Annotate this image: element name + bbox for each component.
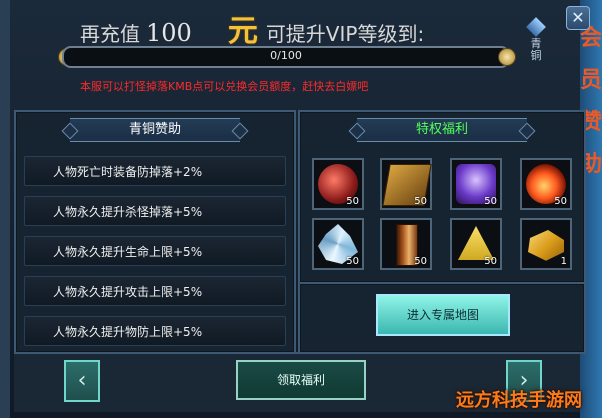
privilege-panel: 特权福利 50 50 50 50 50 50 50 1 [298,110,586,284]
item-count: 50 [346,256,359,267]
benefit-item: 人物死亡时装备防掉落+2% [24,156,286,186]
benefits-panel: 青铜赞助 人物死亡时装备防掉落+2% 人物永久提升杀怪掉落+5% 人物永久提升生… [14,110,296,354]
reward-slot[interactable]: 50 [380,218,432,270]
title-suffix: 可提升VIP等级到: [265,22,425,46]
gem-icon [526,17,546,37]
item-count: 1 [560,256,567,267]
privilege-title: 特权福利 [357,118,527,142]
item-count: 50 [414,196,427,207]
vip-tier-badge: 青 铜 [516,4,556,74]
benefit-item: 人物永久提升杀怪掉落+5% [24,196,286,226]
recharge-title: 再充值 100 元 可提升VIP等级到: [80,6,424,49]
recharge-progress-bar: 0/100 [62,46,510,68]
site-watermark: 远方科技手游网 [456,390,582,411]
chevron-left-icon[interactable]: ‹ [64,360,100,402]
benefit-item: 人物永久提升生命上限+5% [24,236,286,266]
side-art-char: 员 [580,68,602,93]
reward-slot[interactable]: 50 [450,158,502,210]
item-count: 50 [414,256,427,267]
reward-slot[interactable]: 50 [312,218,364,270]
item-count: 50 [346,196,359,207]
claim-rewards-button[interactable]: 领取福利 [236,360,366,400]
reward-slot[interactable]: 50 [520,158,572,210]
benefit-item: 人物永久提升物防上限+5% [24,316,286,346]
progress-knob-right-icon [498,48,516,66]
item-count: 50 [484,196,497,207]
vip-recharge-window: 会 员 赞 助 ✕ 再充值 100 元 可提升VIP等级到: 青 铜 0/100… [0,0,602,418]
benefits-title: 青铜赞助 [70,118,240,142]
header: 再充值 100 元 可提升VIP等级到: 青 铜 0/100 本服可以打怪掉落K… [24,0,546,100]
title-prefix: 再充值 [80,22,140,46]
item-count: 50 [484,256,497,267]
server-notice: 本服可以打怪掉落KMB点可以兑换会员额度，赶快去白嫖吧 [80,80,369,93]
enter-exclusive-map-button[interactable]: 进入专属地图 [376,294,510,336]
reward-slot[interactable]: 50 [380,158,432,210]
reward-slot[interactable]: 50 [312,158,364,210]
benefit-item: 人物永久提升攻击上限+5% [24,276,286,306]
reward-slot[interactable]: 50 [450,218,502,270]
item-count: 50 [554,196,567,207]
progress-text: 0/100 [270,49,302,62]
reward-slot[interactable]: 1 [520,218,572,270]
vip-tier-label: 青 铜 [530,37,542,62]
left-border [0,0,10,418]
recharge-amount: 100 [146,19,192,47]
close-icon[interactable]: ✕ [566,6,590,30]
currency-label: 元 [227,14,258,49]
